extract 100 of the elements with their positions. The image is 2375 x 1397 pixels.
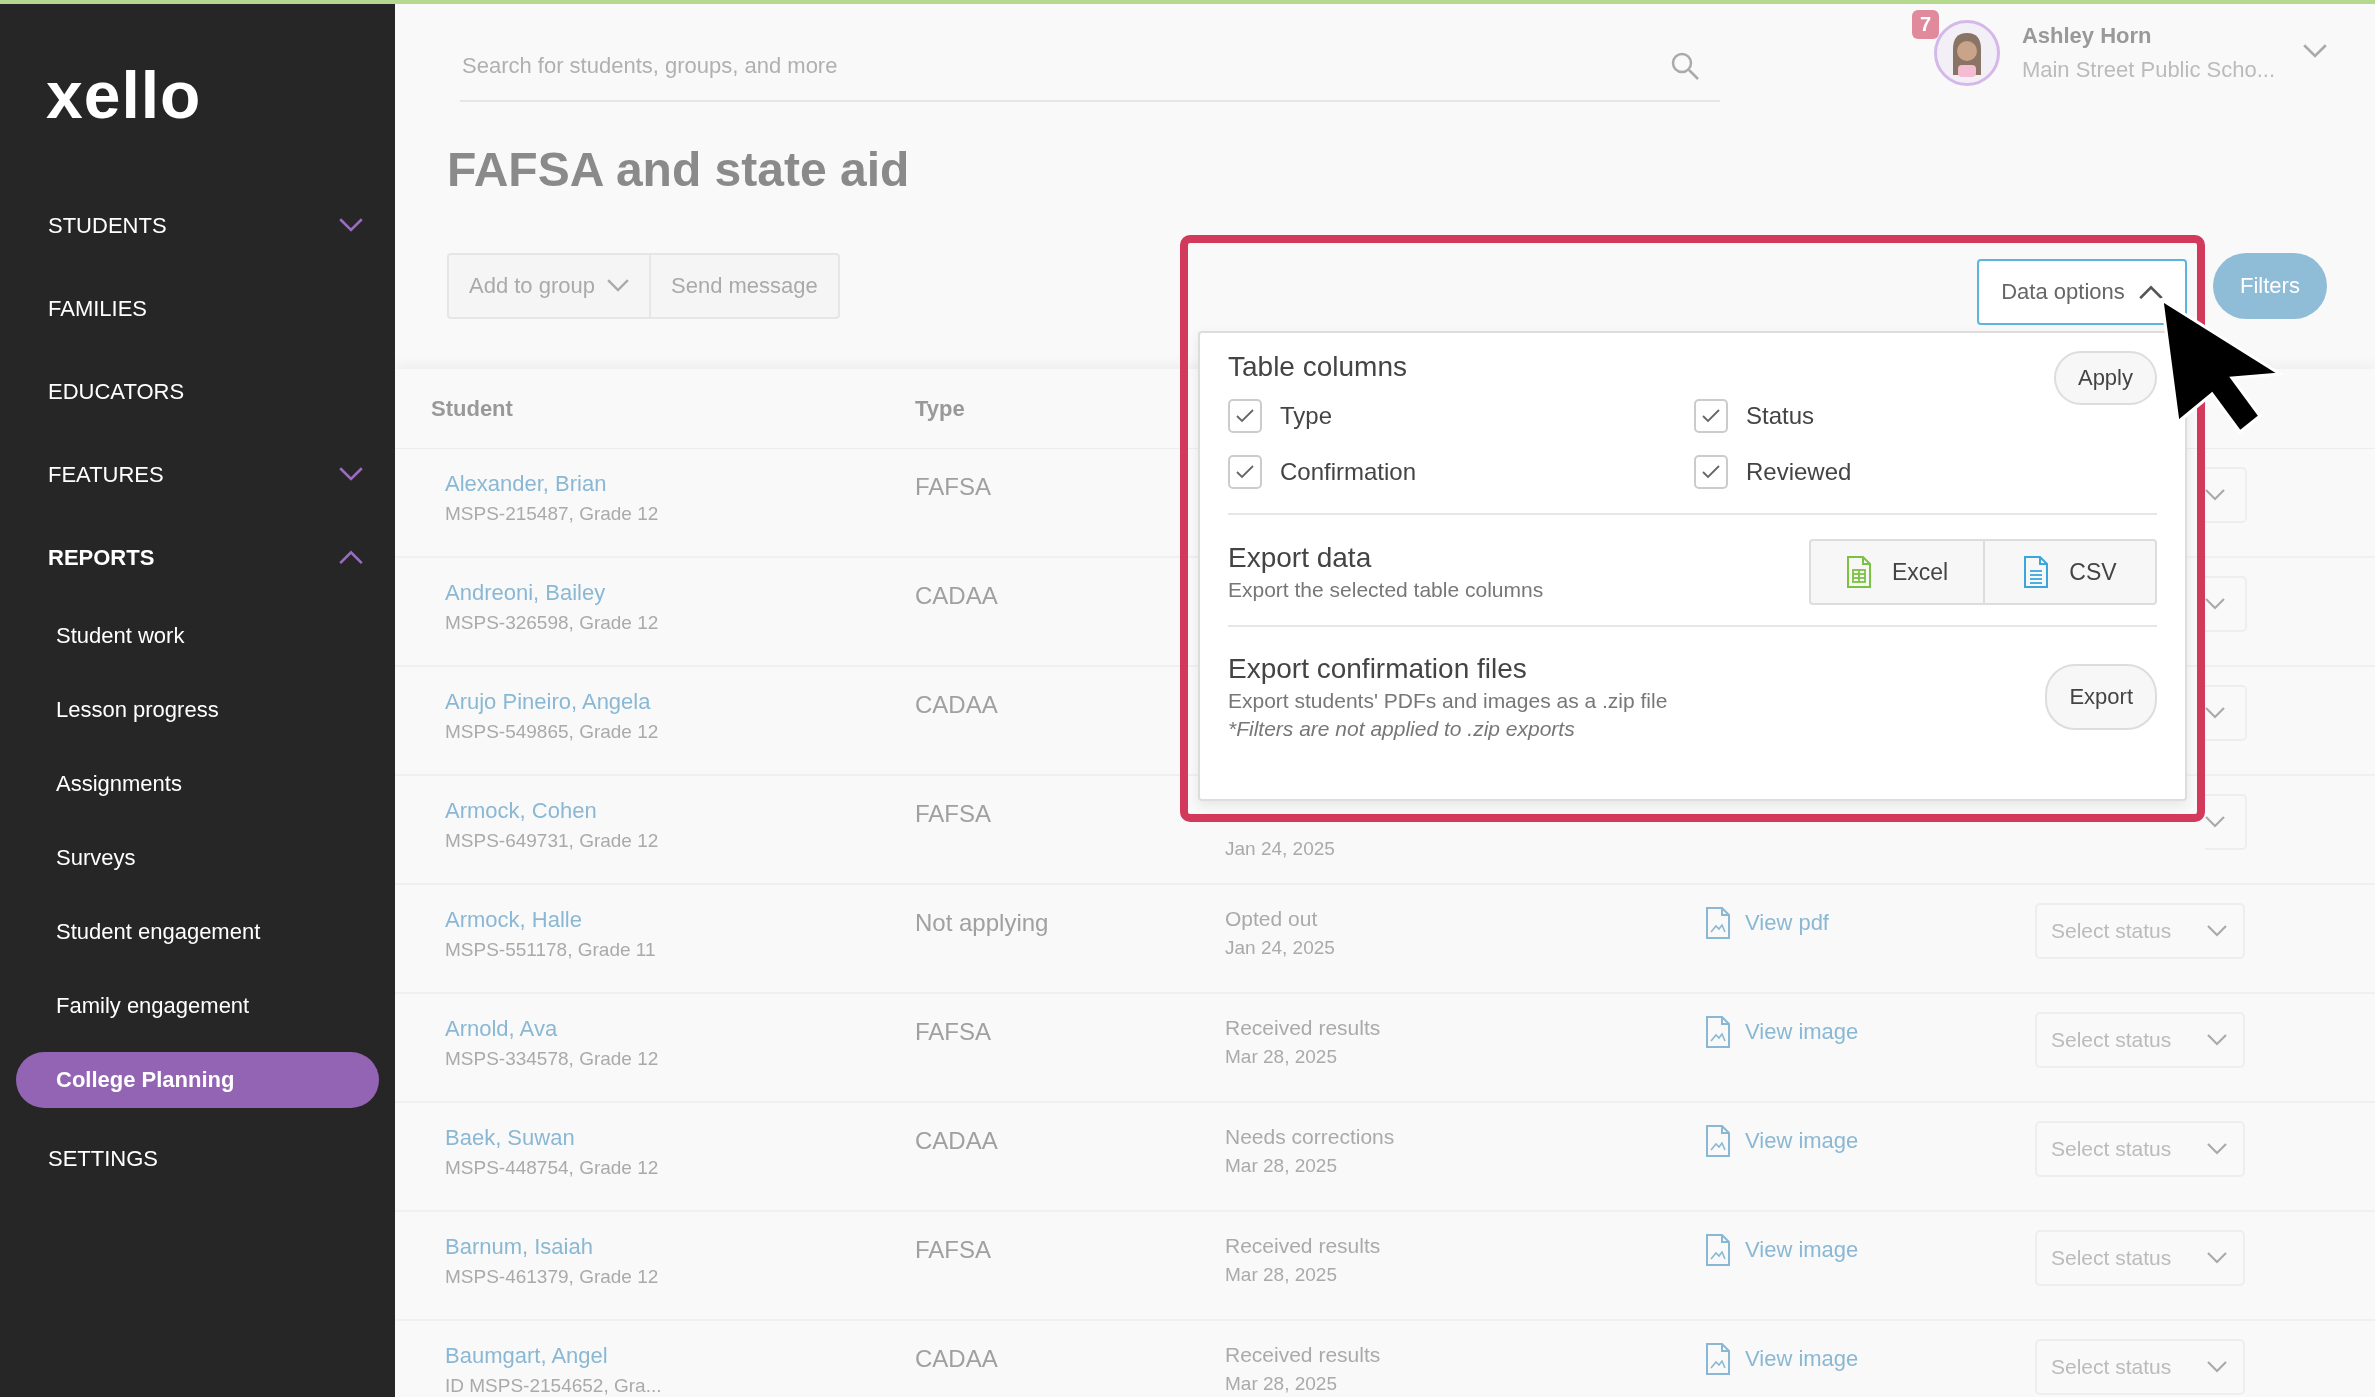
- status-date: Mar 28, 2025: [1225, 1155, 1338, 1177]
- chevron-down-icon: [2303, 43, 2327, 59]
- checkbox[interactable]: [1694, 399, 1728, 433]
- user-name: Ashley Horn: [2021, 23, 2153, 49]
- check-icon: [1701, 464, 1721, 480]
- chevron-down-icon: [2207, 1252, 2227, 1264]
- nav-subitem[interactable]: Student work: [16, 599, 379, 673]
- check-icon: [1701, 408, 1721, 424]
- nav-item[interactable]: SETTINGS: [16, 1117, 379, 1200]
- export-button[interactable]: Export: [2045, 664, 2157, 730]
- nav-item[interactable]: FAMILIES: [16, 267, 379, 350]
- image-file-icon: [1705, 1343, 1731, 1375]
- chevron-up-icon: [339, 550, 363, 565]
- nav-item[interactable]: REPORTS: [16, 516, 379, 599]
- image-file-icon: [1705, 1016, 1731, 1048]
- student-id: MSPS-448754, Grade 12: [445, 1157, 660, 1179]
- section-title: Table columns: [1228, 351, 1408, 383]
- data-options-button[interactable]: Data options: [1977, 259, 2187, 325]
- school-name: Main Street Public Scho...: [2021, 57, 2275, 83]
- type-text: CADAA: [915, 691, 999, 719]
- student-id: MSPS-334578, Grade 12: [445, 1048, 660, 1070]
- section-subtitle: Export the selected table columns: [1228, 578, 1544, 602]
- checkbox-label: Reviewed: [1746, 458, 1852, 486]
- checkbox[interactable]: [1228, 399, 1262, 433]
- checkbox-label: Confirmation: [1280, 458, 1417, 486]
- csv-button[interactable]: CSV: [1983, 541, 2155, 603]
- section-title: Export data: [1228, 542, 1373, 574]
- column-checkbox[interactable]: Reviewed: [1694, 455, 1994, 489]
- chevron-down-icon: [2205, 489, 2225, 501]
- status-date: Mar 28, 2025: [1225, 1046, 1338, 1068]
- column-header: Type: [915, 395, 966, 422]
- column-checkbox[interactable]: Confirmation: [1228, 455, 1694, 489]
- nav-subitem[interactable]: College Planning: [16, 1052, 379, 1108]
- status-date: Jan 24, 2025: [1225, 937, 1336, 959]
- image-file-icon: [1705, 1125, 1731, 1157]
- nav-subitem[interactable]: Surveys: [16, 821, 379, 895]
- type-text: Not applying: [915, 909, 1050, 937]
- chevron-down-icon: [339, 467, 363, 482]
- status-text: Received results: [1225, 1234, 1382, 1258]
- chevron-down-icon: [2205, 707, 2225, 719]
- chevron-down-icon: [2207, 1034, 2227, 1046]
- status-text: Opted out: [1225, 907, 1319, 931]
- nav-subitem[interactable]: Assignments: [16, 747, 379, 821]
- chevron-down-icon: [2205, 598, 2225, 610]
- column-checkbox[interactable]: Type: [1228, 399, 1694, 433]
- nav-subitem[interactable]: Family engagement: [16, 969, 379, 1043]
- excel-button[interactable]: Excel: [1811, 541, 1983, 603]
- status-date: Mar 28, 2025: [1225, 1373, 1338, 1395]
- type-text: CADAA: [915, 1345, 999, 1373]
- image-file-icon: [1705, 1234, 1731, 1266]
- type-text: FAFSA: [915, 473, 993, 501]
- document-icon: [2023, 556, 2050, 588]
- section-note: *Filters are not applied to .zip exports: [1228, 717, 1576, 741]
- chevron-down-icon: [607, 279, 629, 293]
- checkbox[interactable]: [1228, 455, 1262, 489]
- status-text: Needs corrections: [1225, 1125, 1396, 1149]
- column-checkbox[interactable]: Status: [1694, 399, 1994, 433]
- checkbox-label: Type: [1280, 402, 1333, 430]
- check-icon: [1235, 408, 1255, 424]
- type-text: FAFSA: [915, 1018, 993, 1046]
- student-id: ID MSPS-2154652, Gra...: [445, 1375, 663, 1397]
- chevron-down-icon: [339, 218, 363, 233]
- chevron-down-icon: [2207, 1143, 2227, 1155]
- checkbox[interactable]: [1694, 455, 1728, 489]
- nav-item[interactable]: EDUCATORS: [16, 350, 379, 433]
- image-file-icon: [1705, 907, 1731, 939]
- chevron-down-icon: [2207, 925, 2227, 937]
- apply-button[interactable]: Apply: [2053, 351, 2157, 405]
- student-id: MSPS-215487, Grade 12: [445, 503, 660, 525]
- search-field[interactable]: Search for students, groups, and more: [460, 52, 1360, 80]
- student-id: MSPS-461379, Grade 12: [445, 1266, 660, 1288]
- check-icon: [1235, 464, 1255, 480]
- status-date: Mar 28, 2025: [1225, 1264, 1338, 1286]
- notification-badge: 7: [1911, 10, 1939, 39]
- chevron-down-icon: [2207, 1361, 2227, 1373]
- type-text: CADAA: [915, 582, 999, 610]
- status-text: Received results: [1225, 1016, 1382, 1040]
- logo: xello: [45, 62, 203, 128]
- search-icon: [1670, 51, 1700, 81]
- type-text: CADAA: [915, 1127, 999, 1155]
- type-text: FAFSA: [915, 800, 993, 828]
- status-date: Jan 24, 2025: [1225, 838, 1336, 860]
- nav-item[interactable]: STUDENTS: [16, 184, 379, 267]
- section-title: Export confirmation files: [1228, 653, 1528, 685]
- nav-item[interactable]: FEATURES: [16, 433, 379, 516]
- student-id: MSPS-326598, Grade 12: [445, 612, 660, 634]
- chevron-up-icon: [2138, 284, 2163, 300]
- column-header: Student: [430, 395, 514, 422]
- student-id: MSPS-549865, Grade 12: [445, 721, 660, 743]
- status-text: Received results: [1225, 1343, 1382, 1367]
- spreadsheet-icon: [1845, 556, 1872, 588]
- nav-subitem[interactable]: Lesson progress: [16, 673, 379, 747]
- type-text: FAFSA: [915, 1236, 993, 1264]
- checkbox-label: Status: [1746, 402, 1815, 430]
- nav-subitem[interactable]: Student engagement: [16, 895, 379, 969]
- section-subtitle: Export students' PDFs and images as a .zip file: [1228, 689, 1668, 713]
- page-title: FAFSA and state aid: [447, 142, 911, 197]
- student-id: MSPS-551178, Grade 11: [445, 939, 657, 961]
- chevron-down-icon: [2205, 816, 2225, 828]
- student-id: MSPS-649731, Grade 12: [445, 830, 660, 852]
